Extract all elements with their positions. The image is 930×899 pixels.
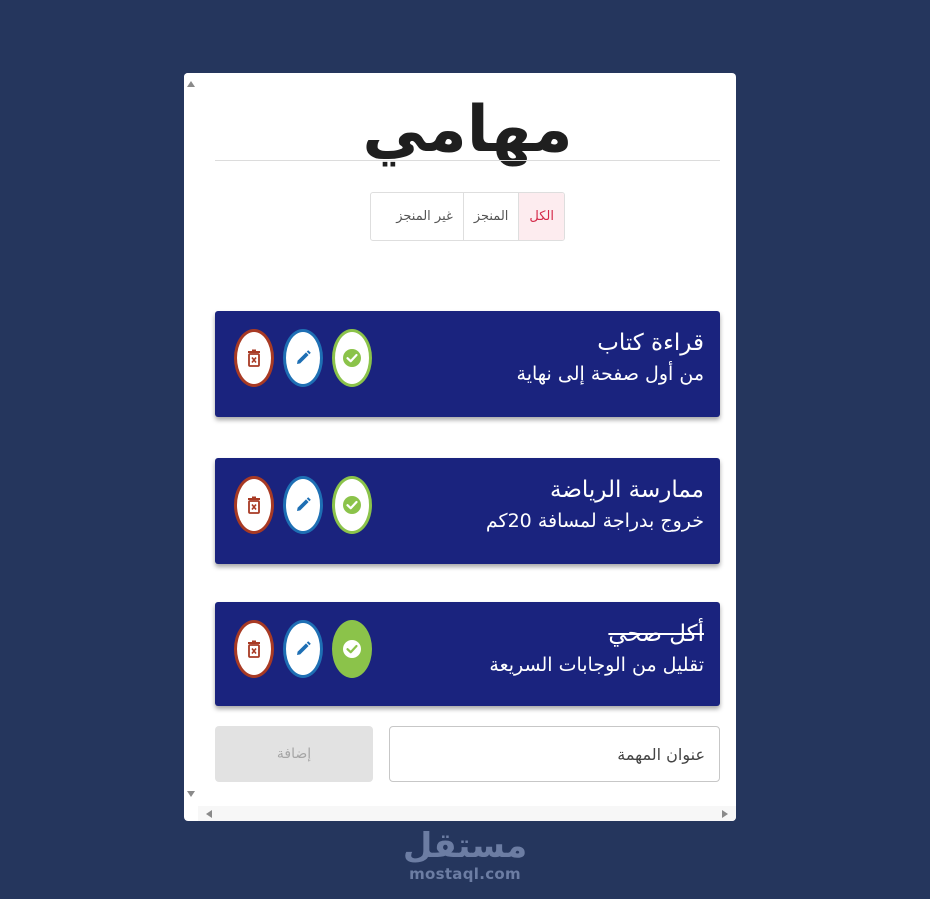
logo-arabic-text: مستقل <box>402 826 528 866</box>
add-task-button[interactable]: إضافة <box>215 726 373 782</box>
filter-toggle-group: الكل المنجز غير المنجز <box>370 192 565 241</box>
edit-task-button[interactable] <box>283 620 323 678</box>
title-divider <box>215 160 720 161</box>
task-text: أكل صحي تقليل من الوجابات السريعة <box>489 618 704 680</box>
task-card: قراءة كتاب من أول صفحة إلى نهاية <box>215 311 720 417</box>
trash-icon <box>248 349 260 367</box>
pencil-icon <box>297 497 311 511</box>
logo-latin-text: mostaql.com <box>409 865 521 883</box>
vertical-scrollbar[interactable] <box>184 73 198 808</box>
task-description: من أول صفحة إلى نهاية <box>516 363 704 385</box>
todo-panel: مهامي الكل المنجز غير المنجز قراءة كتاب … <box>184 73 736 821</box>
pencil-icon <box>297 641 311 655</box>
task-card: أكل صحي تقليل من الوجابات السريعة <box>215 602 720 706</box>
complete-task-button[interactable] <box>332 476 372 534</box>
trash-icon <box>248 640 260 658</box>
complete-task-button[interactable] <box>332 620 372 678</box>
complete-task-button[interactable] <box>332 329 372 387</box>
horizontal-scrollbar[interactable] <box>198 806 736 821</box>
task-title: ممارسة الرياضة <box>549 477 704 503</box>
scroll-right-arrow-icon[interactable] <box>722 810 728 818</box>
mostaql-logo: مستقل mostaql.com <box>399 826 531 882</box>
trash-icon <box>248 496 260 514</box>
edit-task-button[interactable] <box>283 329 323 387</box>
delete-task-button[interactable] <box>234 476 274 534</box>
task-text: ممارسة الرياضة خروج بدراجة لمسافة 20كم <box>486 474 704 536</box>
task-title: أكل صحي <box>608 621 704 647</box>
task-title: قراءة كتاب <box>597 330 704 356</box>
check-circle-icon <box>343 496 361 514</box>
pencil-icon <box>297 350 311 364</box>
edit-task-button[interactable] <box>283 476 323 534</box>
scroll-left-arrow-icon[interactable] <box>206 810 212 818</box>
check-circle-icon <box>343 640 361 658</box>
delete-task-button[interactable] <box>234 329 274 387</box>
filter-all-button[interactable]: الكل <box>518 193 564 240</box>
task-title-input[interactable] <box>389 726 720 782</box>
task-description: تقليل من الوجابات السريعة <box>489 654 704 676</box>
task-card: ممارسة الرياضة خروج بدراجة لمسافة 20كم <box>215 458 720 564</box>
check-circle-icon <box>343 349 361 367</box>
task-description: خروج بدراجة لمسافة 20كم <box>485 510 704 532</box>
delete-task-button[interactable] <box>234 620 274 678</box>
page-title: مهامي <box>362 93 573 167</box>
scroll-up-arrow-icon[interactable] <box>187 81 195 87</box>
filter-done-button[interactable]: المنجز <box>462 193 519 240</box>
scroll-down-arrow-icon[interactable] <box>187 791 195 797</box>
task-text: قراءة كتاب من أول صفحة إلى نهاية <box>517 327 704 389</box>
filter-not-done-button[interactable]: غير المنجز <box>386 193 463 240</box>
